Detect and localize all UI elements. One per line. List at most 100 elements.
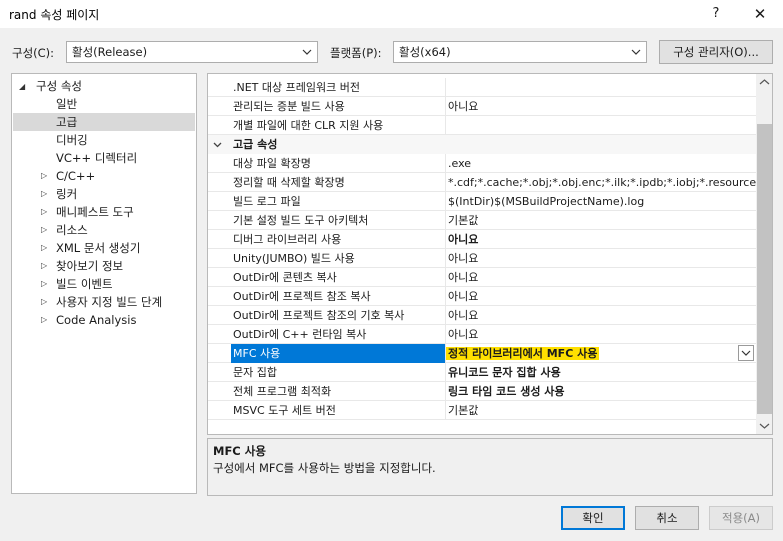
config-value: 활성(Release) [72,45,148,59]
scroll-up-icon[interactable] [759,78,770,86]
ok-button[interactable]: 확인 [561,506,625,530]
config-label: 구성(C): [12,46,55,60]
property-name: 정리할 때 삭제할 확장명 [231,173,446,192]
chevron-down-icon [302,49,312,55]
close-button[interactable]: ✕ [748,2,772,26]
scroll-down-icon[interactable] [759,422,770,430]
tree-expand-icon[interactable]: ▷ [41,297,47,306]
property-name: OutDir에 프로젝트 참조의 기호 복사 [231,306,446,325]
chevron-down-icon [631,49,641,55]
value-dropdown-button[interactable] [738,345,754,361]
property-row[interactable]: OutDir에 프로젝트 참조 복사 아니요 [208,287,757,306]
window-title: rand 속성 페이지 [9,8,100,22]
tree-selection-highlight [13,113,195,131]
property-value[interactable]: 아니요 [446,306,757,325]
property-name: OutDir에 C++ 런타임 복사 [231,325,446,344]
tree-expand-icon[interactable]: ▷ [41,171,47,180]
tree-expand-icon[interactable]: ▷ [41,189,47,198]
property-name: 문자 집합 [231,363,446,382]
tree-item[interactable]: XML 문서 생성기 [56,239,140,257]
tree-expand-icon[interactable]: ▷ [41,243,47,252]
property-grid: .NET 대상 프레임워크 버전 관리되는 증분 빌드 사용 아니요 개별 파일에 대… [207,73,773,435]
property-row[interactable]: 전체 프로그램 최적화 링크 타임 코드 생성 사용 [208,382,757,401]
apply-button[interactable]: 적용(A) [709,506,773,530]
property-value[interactable]: 링크 타임 코드 생성 사용 [446,382,757,401]
tree-item[interactable]: C/C++ [56,167,95,185]
property-name: 관리되는 증분 빌드 사용 [231,97,446,116]
property-row[interactable]: MSVC 도구 세트 버전 기본값 [208,401,757,420]
property-row[interactable]: 빌드 로그 파일 $(IntDir)$(MSBuildProjectName).l… [208,192,757,211]
property-value[interactable]: 아니요 [446,325,757,344]
property-row[interactable]: 기본 설정 빌드 도구 아키텍처 기본값 [208,211,757,230]
property-name: OutDir에 콘텐츠 복사 [231,268,446,287]
tree-expand-icon[interactable]: ▷ [41,261,47,270]
tree-item[interactable]: 찾아보기 정보 [56,257,123,275]
property-value[interactable] [446,116,757,135]
collapse-icon[interactable] [212,139,223,150]
property-row[interactable]: 개별 파일에 대한 CLR 지원 사용 [208,116,757,135]
tree-item[interactable]: 디버깅 [56,131,88,149]
property-row[interactable]: 관리되는 증분 빌드 사용 아니요 [208,97,757,116]
tree-item[interactable]: 매니페스트 도구 [56,203,134,221]
tree-expand-icon[interactable]: ▷ [41,279,47,288]
property-value[interactable]: 아니요 [446,287,757,306]
tree-item[interactable]: 일반 [56,95,77,113]
property-value[interactable]: 아니요 [446,230,757,249]
tree-item[interactable]: 링커 [56,185,77,203]
platform-select[interactable]: 활성(x64) [393,41,647,63]
property-row[interactable]: MFC 사용 정적 라이브러리에서 MFC 사용 [208,344,757,363]
category-row[interactable]: 고급 속성 [208,135,757,154]
scroll-thumb[interactable] [757,124,772,414]
property-value[interactable]: 정적 라이브러리에서 MFC 사용 [446,344,757,363]
property-name: 대상 파일 확장명 [231,154,446,173]
property-row[interactable]: 정리할 때 삭제할 확장명 *.cdf;*.cache;*.obj;*.obj.e… [208,173,757,192]
category-label: 고급 속성 [233,138,278,151]
tree-item[interactable]: 빌드 이벤트 [56,275,113,293]
property-name: .NET 대상 프레임워크 버전 [231,78,446,97]
property-row[interactable]: Unity(JUMBO) 빌드 사용 아니요 [208,249,757,268]
property-value[interactable]: 아니요 [446,97,757,116]
chevron-down-icon [741,350,751,356]
tree-item[interactable]: 리소스 [56,221,88,239]
highlighted-value: 정적 라이브러리에서 MFC 사용 [446,347,600,360]
property-value[interactable]: 아니요 [446,249,757,268]
tree-expand-icon[interactable]: ▷ [41,207,47,216]
property-row[interactable]: 디버그 라이브러리 사용 아니요 [208,230,757,249]
cancel-button[interactable]: 취소 [635,506,699,530]
property-value[interactable]: 유니코드 문자 집합 사용 [446,363,757,382]
platform-label: 플랫폼(P): [330,46,382,60]
property-name: OutDir에 프로젝트 참조 복사 [231,287,446,306]
property-value[interactable]: $(IntDir)$(MSBuildProjectName).log [446,192,757,211]
property-row[interactable]: .NET 대상 프레임워크 버전 [208,78,757,97]
property-value[interactable] [446,78,757,97]
property-row[interactable]: 문자 집합 유니코드 문자 집합 사용 [208,363,757,382]
tree-expand-icon[interactable]: ▷ [41,225,47,234]
tree-item[interactable]: 고급 [56,113,77,131]
tree-expanded-icon[interactable]: ◢ [19,82,25,91]
property-row[interactable]: OutDir에 C++ 런타임 복사 아니요 [208,325,757,344]
description-panel: MFC 사용 구성에서 MFC를 사용하는 방법을 지정합니다. [207,438,773,496]
platform-value: 활성(x64) [399,45,451,59]
tree-expand-icon[interactable]: ▷ [41,315,47,324]
vertical-scrollbar[interactable] [756,74,772,434]
property-row[interactable]: OutDir에 프로젝트 참조의 기호 복사 아니요 [208,306,757,325]
property-name: 빌드 로그 파일 [231,192,446,211]
property-row[interactable]: OutDir에 콘텐츠 복사 아니요 [208,268,757,287]
property-value[interactable]: *.cdf;*.cache;*.obj;*.obj.enc;*.ilk;*.ip… [446,173,757,192]
help-button[interactable]: ? [704,2,728,26]
tree-item[interactable]: VC++ 디렉터리 [56,149,137,167]
tree-item[interactable]: Code Analysis [56,311,136,329]
config-manager-button[interactable]: 구성 관리자(O)... [659,40,773,64]
property-row[interactable]: 대상 파일 확장명 .exe [208,154,757,173]
property-value[interactable]: 기본값 [446,211,757,230]
property-name: 전체 프로그램 최적화 [231,382,446,401]
property-tree: ◢ 구성 속성 일반 고급 디버깅 VC++ 디렉터리 ▷ C/C++ ▷ 링커 ▷ 매니페스트 … [11,73,197,494]
property-value[interactable]: .exe [446,154,757,173]
tree-item[interactable]: 사용자 지정 빌드 단계 [56,293,162,311]
property-value[interactable]: 기본값 [446,401,757,420]
property-value[interactable]: 아니요 [446,268,757,287]
config-select[interactable]: 활성(Release) [66,41,318,63]
property-name: 기본 설정 빌드 도구 아키텍처 [231,211,446,230]
property-name: 개별 파일에 대한 CLR 지원 사용 [231,116,446,135]
tree-root[interactable]: 구성 속성 [36,77,82,95]
